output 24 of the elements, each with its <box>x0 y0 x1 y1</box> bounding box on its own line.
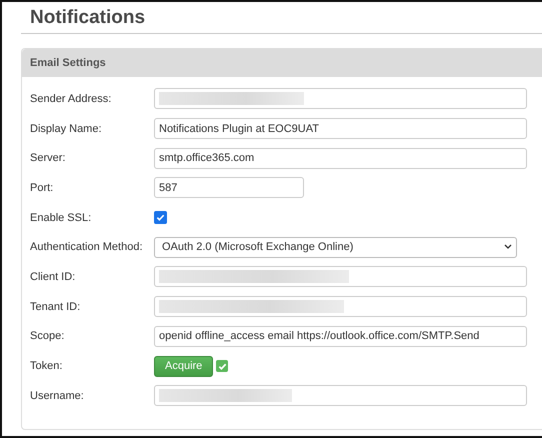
input-field[interactable]: Notifications Plugin at EOC9UAT <box>154 118 527 140</box>
input-field[interactable]: 587 <box>154 177 304 198</box>
field-label: Username: <box>30 390 85 402</box>
input-field[interactable]: smtp.office365.com <box>154 148 527 169</box>
page-title: Notifications <box>30 6 146 29</box>
field-label: Port: <box>30 182 54 194</box>
field-label: Token: <box>30 360 64 372</box>
field-label: Scope: <box>30 330 66 342</box>
input-field[interactable] <box>154 385 527 406</box>
field-label: Sender Address: <box>30 92 112 105</box>
panel-title: Email Settings <box>30 57 106 69</box>
chevron-down-icon <box>504 244 512 250</box>
auth-method-select[interactable]: OAuth 2.0 (Microsoft Exchange Online) <box>154 236 517 258</box>
field-label: Client ID: <box>30 270 76 283</box>
field-label: Authentication Method: <box>30 241 144 254</box>
field-label: Display Name: <box>30 122 103 135</box>
input-field[interactable] <box>154 296 527 318</box>
field-label: Enable SSL: <box>30 212 92 224</box>
ssl-checkbox[interactable] <box>154 211 167 224</box>
input-field[interactable] <box>154 266 527 288</box>
input-field[interactable]: openid offline_access email https://outlook.office.com/SMTP.Send <box>154 326 527 347</box>
input-field[interactable] <box>154 88 527 110</box>
field-label: Server: <box>30 152 66 164</box>
field-label: Tenant ID: <box>30 300 82 313</box>
